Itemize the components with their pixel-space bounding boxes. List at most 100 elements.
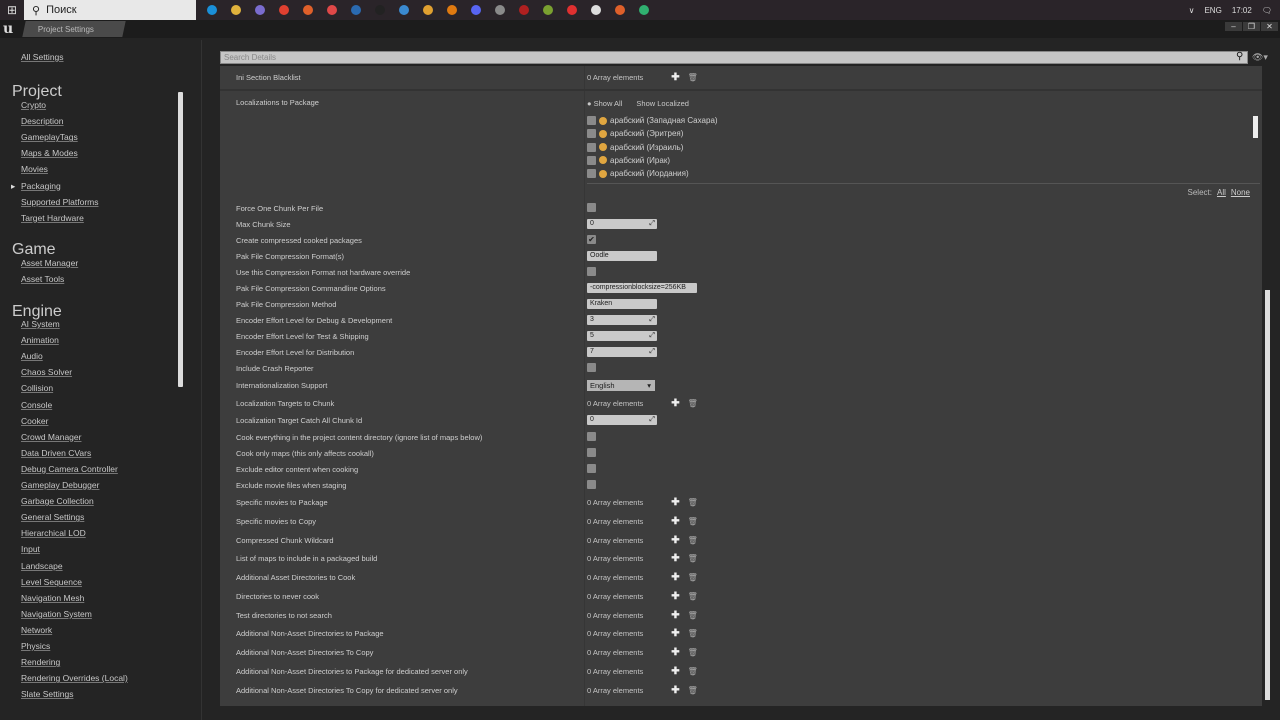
clock[interactable]: 17:02 [1232, 6, 1252, 15]
sidebar-item[interactable]: Crypto [21, 100, 46, 110]
trash-icon[interactable]: 🗑 [688, 498, 698, 507]
localization-item[interactable]: арабский (Западная Сахара) [587, 116, 718, 125]
checkbox[interactable] [587, 129, 596, 139]
sidebar-item[interactable]: Supported Platforms [21, 197, 98, 207]
localization-list-scrollbar[interactable] [1253, 116, 1258, 138]
add-element-icon[interactable]: ✚ [671, 553, 679, 564]
taskbar-app-icon[interactable] [274, 2, 293, 18]
sidebar-item[interactable]: Console [21, 400, 52, 410]
trash-icon[interactable]: 🗑 [688, 573, 698, 582]
add-element-icon[interactable]: ✚ [671, 72, 679, 83]
text-input[interactable]: -compressionblocksize=256KB [587, 283, 697, 293]
checkbox[interactable] [587, 142, 596, 152]
trash-icon[interactable]: 🗑 [688, 73, 698, 82]
restore-button[interactable]: ❐ [1243, 22, 1260, 31]
add-element-icon[interactable]: ✚ [671, 398, 679, 409]
sidebar-item[interactable]: Network [21, 625, 52, 635]
add-element-icon[interactable]: ✚ [671, 572, 679, 583]
search-details-input[interactable]: Search Details [220, 51, 1248, 64]
checkbox[interactable]: ✔ [587, 235, 596, 244]
splitter[interactable] [201, 40, 202, 720]
taskbar-search[interactable]: ⚲ Поиск [24, 0, 196, 20]
trash-icon[interactable]: 🗑 [688, 611, 698, 620]
view-options-eye-icon[interactable]: 👁▾ [1252, 52, 1268, 63]
sidebar-item[interactable]: General Settings [21, 512, 84, 522]
sidebar-item[interactable]: Target Hardware [21, 213, 84, 223]
checkbox[interactable] [587, 116, 596, 125]
number-input[interactable]: 3 [587, 315, 657, 325]
select-none-link[interactable]: None [1231, 188, 1250, 197]
text-input[interactable]: Kraken [587, 299, 657, 309]
dropdown[interactable]: English [587, 380, 655, 391]
sidebar-item[interactable]: Slate Settings [21, 689, 73, 699]
sidebar-item[interactable]: Navigation System [21, 609, 92, 619]
checkbox[interactable] [587, 480, 596, 489]
sidebar-item[interactable]: Gameplay Debugger [21, 480, 99, 490]
trash-icon[interactable]: 🗑 [688, 648, 698, 657]
taskbar-app-icon[interactable] [586, 2, 605, 18]
sidebar-item[interactable]: Collision [21, 383, 53, 393]
taskbar-app-icon[interactable] [418, 2, 437, 18]
number-input[interactable]: 0 [587, 219, 657, 229]
sidebar-item[interactable]: Physics [21, 641, 50, 651]
add-element-icon[interactable]: ✚ [671, 610, 679, 621]
sidebar-item[interactable]: Audio [21, 351, 43, 361]
number-input[interactable]: 5 [587, 331, 657, 341]
sidebar-item[interactable]: Asset Manager [21, 258, 78, 268]
checkbox[interactable] [587, 203, 596, 212]
notifications-icon[interactable]: 🗨 [1262, 6, 1272, 15]
sidebar-item[interactable]: Navigation Mesh [21, 593, 84, 603]
add-element-icon[interactable]: ✚ [671, 516, 679, 527]
sidebar-item[interactable]: Animation [21, 335, 59, 345]
sidebar-item[interactable]: Rendering [21, 657, 60, 667]
taskbar-app-icon[interactable] [226, 2, 245, 18]
text-input[interactable]: Oodle [587, 251, 657, 261]
chevron-up-icon[interactable]: ∨ [1189, 6, 1195, 15]
add-element-icon[interactable]: ✚ [671, 497, 679, 508]
tab-project-settings[interactable]: Project Settings [22, 21, 126, 37]
sidebar-item[interactable]: Debug Camera Controller [21, 464, 118, 474]
language-indicator[interactable]: ENG [1204, 6, 1221, 15]
sidebar-item[interactable]: Chaos Solver [21, 367, 72, 377]
number-input[interactable]: 0 [587, 415, 657, 425]
localization-item[interactable]: арабский (Иордания) [587, 169, 689, 179]
trash-icon[interactable]: 🗑 [688, 667, 698, 676]
add-element-icon[interactable]: ✚ [671, 628, 679, 639]
taskbar-app-icon[interactable] [322, 2, 341, 18]
localization-item[interactable]: арабский (Эритрея) [587, 129, 683, 139]
sidebar-item[interactable]: Level Sequence [21, 577, 82, 587]
taskbar-app-icon[interactable] [514, 2, 533, 18]
checkbox[interactable] [587, 267, 596, 276]
trash-icon[interactable]: 🗑 [688, 686, 698, 695]
taskbar-app-icon[interactable] [634, 2, 653, 18]
sidebar-scrollbar[interactable] [178, 92, 183, 387]
sidebar-item[interactable]: Maps & Modes [21, 148, 78, 158]
windows-start-icon[interactable]: ⊞ [0, 3, 24, 17]
search-icon[interactable]: ⚲ [1236, 51, 1243, 62]
details-scrollbar[interactable] [1265, 290, 1270, 700]
trash-icon[interactable]: 🗑 [688, 554, 698, 563]
sidebar-item[interactable]: GameplayTags [21, 132, 78, 142]
checkbox[interactable] [587, 363, 596, 372]
sidebar-item[interactable]: Data Driven CVars [21, 448, 91, 458]
sidebar-item[interactable]: Cooker [21, 416, 48, 426]
sidebar-item[interactable]: AI System [21, 319, 60, 329]
checkbox[interactable] [587, 169, 596, 179]
taskbar-app-icon[interactable] [562, 2, 581, 18]
checkbox[interactable] [587, 448, 596, 457]
close-button[interactable]: ✕ [1261, 22, 1278, 31]
trash-icon[interactable]: 🗑 [688, 592, 698, 601]
taskbar-app-icon[interactable] [466, 2, 485, 18]
sidebar-item[interactable]: Movies [21, 164, 48, 174]
add-element-icon[interactable]: ✚ [671, 685, 679, 696]
sidebar-all-settings[interactable]: All Settings [21, 52, 64, 62]
taskbar-app-icon[interactable] [490, 2, 509, 18]
minimize-button[interactable]: – [1225, 22, 1242, 31]
taskbar-app-icon[interactable] [394, 2, 413, 18]
add-element-icon[interactable]: ✚ [671, 535, 679, 546]
checkbox[interactable] [587, 155, 596, 165]
add-element-icon[interactable]: ✚ [671, 647, 679, 658]
add-element-icon[interactable]: ✚ [671, 666, 679, 677]
sidebar-item[interactable]: Hierarchical LOD [21, 528, 86, 538]
taskbar-app-icon[interactable] [610, 2, 629, 18]
